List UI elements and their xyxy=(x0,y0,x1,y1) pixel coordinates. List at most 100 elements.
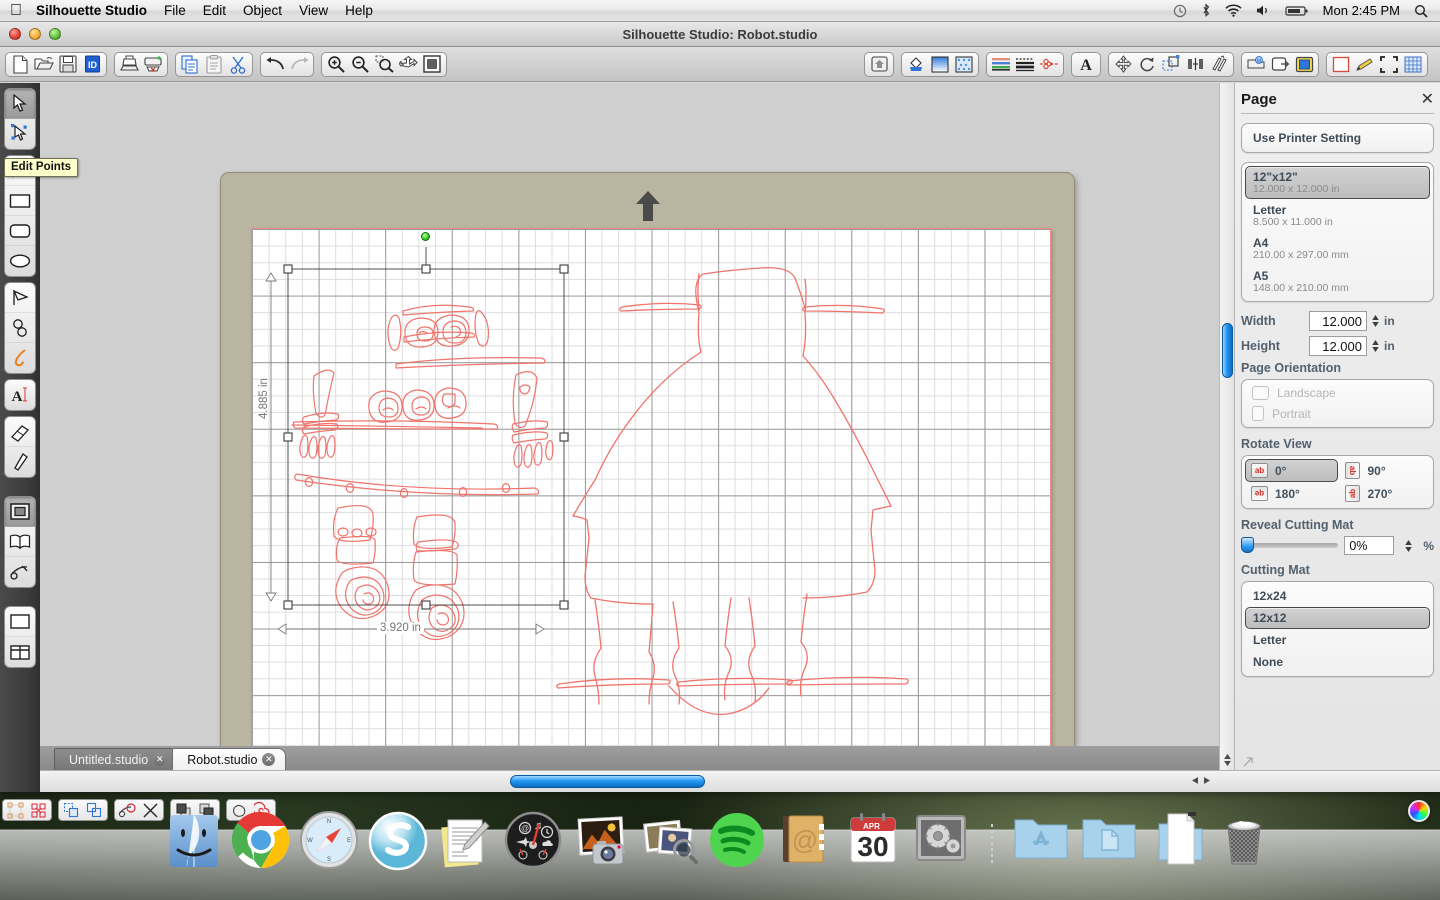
reveal-percent-input[interactable]: 0% xyxy=(1344,536,1395,555)
offset-button[interactable] xyxy=(1268,53,1292,76)
rotate-90[interactable]: ab 90° xyxy=(1338,459,1431,482)
undo-button[interactable] xyxy=(263,53,287,76)
cut-button[interactable] xyxy=(226,53,250,76)
registration-marks-button[interactable] xyxy=(1377,53,1401,76)
time-machine-icon[interactable] xyxy=(1173,4,1187,18)
canvas-horizontal-scrollbar[interactable] xyxy=(40,770,1440,792)
window-title-bar[interactable]: Silhouette Studio: Robot.studio xyxy=(0,22,1440,47)
page-size-a4[interactable]: A4 210.00 x 297.00 mm xyxy=(1245,232,1430,265)
zoom-in-button[interactable] xyxy=(324,53,348,76)
dashboard-icon[interactable]: @ ♫ xyxy=(503,810,565,872)
document-tab-robot[interactable]: Robot.studio ✕ xyxy=(172,748,287,770)
iphoto-icon[interactable] xyxy=(571,810,633,872)
save-document-button[interactable] xyxy=(56,53,80,76)
preview-icon[interactable] xyxy=(639,810,701,872)
canvas-vertical-scrollbar[interactable] xyxy=(1219,83,1234,770)
trace-button[interactable] xyxy=(1292,53,1316,76)
rotate-button[interactable] xyxy=(1135,53,1159,76)
move-button[interactable] xyxy=(1111,53,1135,76)
notes-icon[interactable] xyxy=(435,810,497,872)
color-wheel-icon[interactable] xyxy=(1408,800,1430,822)
height-input[interactable]: 12.000 xyxy=(1309,336,1367,356)
downloads-stack-icon[interactable] xyxy=(1147,810,1209,872)
eraser-tool[interactable] xyxy=(5,417,35,447)
reveal-stepper[interactable] xyxy=(1404,539,1413,553)
ellipse-tool[interactable] xyxy=(5,246,35,276)
gradient-fill-button[interactable] xyxy=(928,53,952,76)
page-size-a5[interactable]: A5 148.00 x 210.00 mm xyxy=(1245,265,1430,298)
page-setup-button[interactable] xyxy=(1329,53,1353,76)
menu-clock[interactable]: Mon 2:45 PM xyxy=(1323,3,1400,18)
reveal-slider-knob[interactable] xyxy=(1241,537,1254,553)
send-to-silhouette-button[interactable] xyxy=(141,53,165,76)
finder-icon[interactable] xyxy=(163,810,225,872)
line-color-button[interactable] xyxy=(989,53,1013,76)
split-view-tool[interactable] xyxy=(5,637,35,667)
cutting-mat-none[interactable]: None xyxy=(1245,651,1430,673)
copy-button[interactable] xyxy=(178,53,202,76)
line-style-button[interactable] xyxy=(1013,53,1037,76)
polygon-tool[interactable] xyxy=(5,283,35,313)
close-icon[interactable]: ✕ xyxy=(262,753,276,766)
bluetooth-icon[interactable] xyxy=(1201,3,1211,18)
paste-button[interactable] xyxy=(202,53,226,76)
printer-setting-box[interactable]: Use Printer Setting xyxy=(1241,123,1434,153)
silhouette-studio-icon[interactable] xyxy=(367,810,429,872)
documents-folder-icon[interactable] xyxy=(1079,810,1141,872)
spotify-icon[interactable] xyxy=(707,810,769,872)
wifi-icon[interactable] xyxy=(1225,4,1242,17)
modify-button[interactable]: M xyxy=(1244,53,1268,76)
close-icon[interactable]: ✕ xyxy=(1421,91,1434,108)
print-button[interactable] xyxy=(117,53,141,76)
cutting-mat-letter[interactable]: Letter xyxy=(1245,629,1430,651)
reveal-slider[interactable] xyxy=(1241,537,1339,553)
horizontal-scroll-thumb[interactable] xyxy=(510,775,705,788)
apple-icon[interactable]:  xyxy=(10,2,22,19)
rotate-180[interactable]: qe 180° xyxy=(1245,482,1338,505)
cutting-mat-list[interactable]: 12x24 12x12 Letter None xyxy=(1241,581,1434,677)
zoom-out-button[interactable] xyxy=(348,53,372,76)
zoom-selection-button[interactable] xyxy=(372,53,396,76)
vertical-scroll-thumb[interactable] xyxy=(1222,323,1233,378)
orientation-landscape[interactable]: Landscape xyxy=(1245,383,1430,403)
cutting-mat-12x24[interactable]: 12x24 xyxy=(1245,585,1430,607)
battery-icon[interactable] xyxy=(1285,5,1309,17)
replicate-button[interactable] xyxy=(1207,53,1231,76)
search-icon[interactable] xyxy=(1414,4,1428,18)
pencil-icon[interactable] xyxy=(1353,53,1377,76)
curve-tool[interactable] xyxy=(5,313,35,343)
rectangle-tool[interactable] xyxy=(5,186,35,216)
redo-button[interactable] xyxy=(287,53,311,76)
width-input[interactable]: 12.000 xyxy=(1309,311,1367,331)
system-preferences-icon[interactable] xyxy=(911,810,973,872)
canvas-area[interactable]: 4.885 in 3.920 in xyxy=(40,83,1219,792)
menu-edit[interactable]: Edit xyxy=(203,3,226,18)
menu-help[interactable]: Help xyxy=(345,3,373,18)
volume-icon[interactable] xyxy=(1256,4,1271,17)
vertical-scroll-arrows[interactable] xyxy=(1221,752,1234,768)
cut-settings-tool[interactable] xyxy=(5,557,35,587)
fit-to-page-button[interactable] xyxy=(420,53,444,76)
grid-icon[interactable] xyxy=(1401,53,1425,76)
applications-folder-icon[interactable] xyxy=(1011,810,1073,872)
freehand-pen-tool[interactable] xyxy=(5,343,35,373)
robot-parts-artwork[interactable] xyxy=(291,304,554,640)
open-library-button[interactable] xyxy=(867,53,891,76)
knife-tool[interactable] xyxy=(5,447,35,477)
rotate-view-list[interactable]: ab 0° ab 90° qe 180° ab 270° xyxy=(1241,455,1434,509)
close-icon[interactable]: ✕ xyxy=(153,753,167,766)
cutting-mat-12x12[interactable]: 12x12 xyxy=(1245,607,1430,629)
safari-icon[interactable]: N S E W xyxy=(299,810,361,872)
pattern-fill-button[interactable] xyxy=(952,53,976,76)
scale-button[interactable] xyxy=(1159,53,1183,76)
design-page[interactable]: 4.885 in 3.920 in xyxy=(251,228,1051,792)
width-stepper[interactable] xyxy=(1371,314,1380,328)
text-style-button[interactable]: A xyxy=(1074,53,1098,76)
pan-button[interactable] xyxy=(396,53,420,76)
select-tool[interactable] xyxy=(5,89,35,119)
align-button[interactable] xyxy=(1183,53,1207,76)
menu-view[interactable]: View xyxy=(299,3,328,18)
text-tool[interactable]: A xyxy=(5,380,35,410)
single-view-tool[interactable] xyxy=(5,607,35,637)
rounded-rect-tool[interactable] xyxy=(5,216,35,246)
